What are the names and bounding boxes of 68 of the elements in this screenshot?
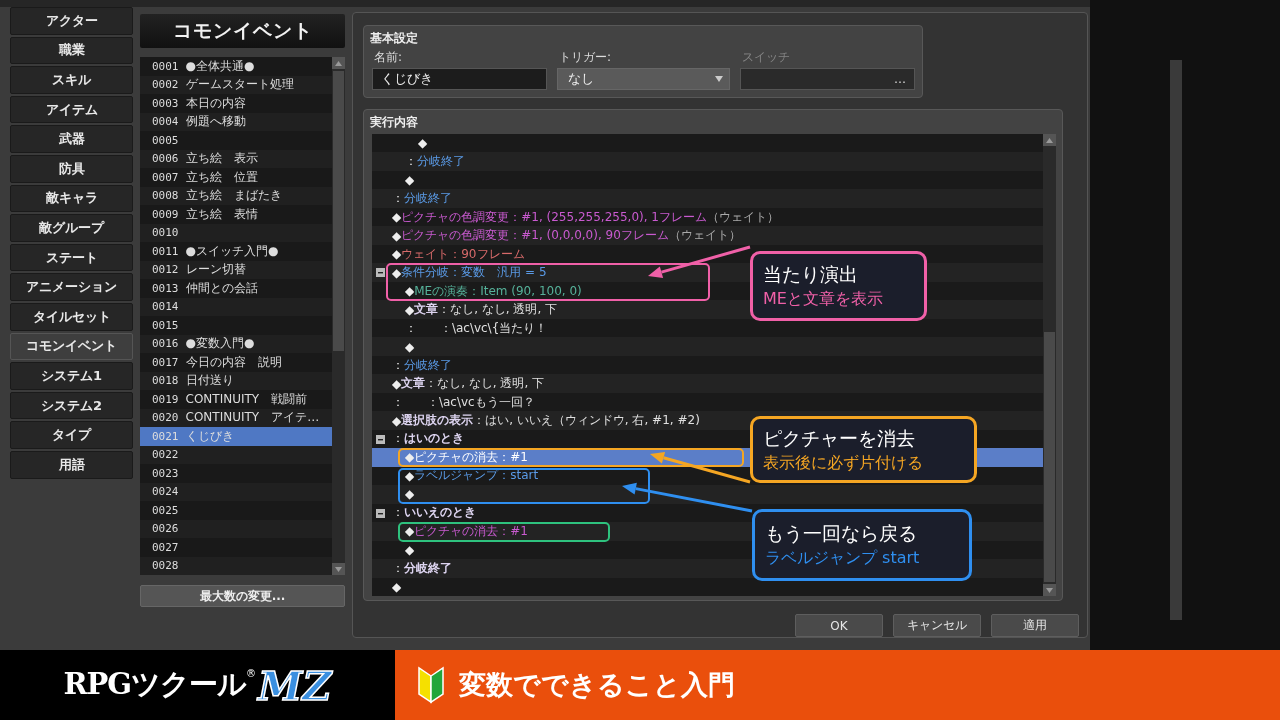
database-tab[interactable]: システム2 bbox=[10, 391, 133, 420]
dialog-button[interactable]: キャンセル bbox=[893, 614, 981, 637]
panel-title: コモンイベント bbox=[140, 14, 345, 48]
field-label: 名前: bbox=[373, 49, 404, 66]
group-title: 実行内容 bbox=[369, 114, 419, 131]
database-tab[interactable]: 武器 bbox=[10, 125, 133, 153]
database-tab[interactable]: 用語 bbox=[10, 450, 133, 479]
down-arrow-icon[interactable] bbox=[335, 566, 342, 572]
field-label: トリガー: bbox=[558, 49, 613, 66]
database-tab[interactable]: アイテム bbox=[10, 95, 133, 124]
database-tab[interactable]: 職業 bbox=[10, 36, 133, 65]
event-command[interactable]: ◆ bbox=[405, 339, 415, 354]
collapse-icon[interactable] bbox=[376, 434, 385, 444]
callout-title: ピクチャーを消去 bbox=[763, 425, 916, 451]
event-command[interactable]: ◆ bbox=[405, 487, 415, 502]
beginner-mark-icon bbox=[417, 666, 445, 704]
database-tab[interactable]: 防具 bbox=[10, 154, 133, 183]
event-command[interactable]: ◆ bbox=[405, 173, 415, 188]
video-title: 変数でできること入門 bbox=[459, 668, 735, 702]
database-tab[interactable]: アニメーション bbox=[10, 273, 133, 301]
database-tab[interactable]: タイプ bbox=[10, 421, 133, 449]
event-command[interactable]: ：分岐終了 bbox=[392, 190, 452, 208]
event-command[interactable]: ◆ bbox=[392, 579, 402, 594]
trigger-dropdown[interactable]: なし bbox=[557, 68, 730, 90]
event-command[interactable]: ：分岐終了 bbox=[392, 356, 452, 374]
change-maximum-button[interactable]: 最大数の変更... bbox=[140, 585, 345, 607]
event-command[interactable]: ：分岐終了 bbox=[405, 153, 465, 171]
database-tab[interactable]: ステート bbox=[10, 243, 133, 272]
database-tab[interactable]: スキル bbox=[10, 66, 133, 94]
switch-picker[interactable]: … bbox=[740, 68, 915, 90]
database-tab[interactable]: アクター bbox=[10, 7, 133, 35]
database-tab[interactable]: 敵キャラ bbox=[10, 184, 133, 213]
logo: RPGツクール®MZ bbox=[0, 650, 395, 720]
callout-subtitle: ラベルジャンプ start bbox=[765, 548, 921, 569]
event-command[interactable]: ：分岐終了 bbox=[392, 559, 452, 577]
group-title: 基本設定 bbox=[369, 30, 419, 47]
callout-subtitle: 表示後に必ず片付ける bbox=[763, 452, 924, 474]
collapse-icon[interactable] bbox=[376, 508, 385, 518]
event-command[interactable]: ◆ bbox=[405, 542, 415, 557]
up-arrow-icon[interactable] bbox=[1046, 137, 1053, 143]
event-command[interactable]: ：いいえのとき bbox=[392, 504, 476, 522]
dialog-button[interactable]: OK bbox=[795, 614, 883, 637]
scrollbar[interactable] bbox=[1043, 134, 1056, 596]
event-command[interactable]: ：はいのとき bbox=[392, 430, 464, 448]
callout-title: もう一回なら戻る bbox=[765, 521, 918, 546]
database-tab[interactable]: システム1 bbox=[10, 362, 133, 390]
event-command[interactable]: ◆MEの演奏：Item (90, 100, 0) bbox=[405, 282, 582, 300]
event-command[interactable]: ◆ bbox=[418, 136, 428, 151]
down-arrow-icon[interactable] bbox=[1046, 587, 1053, 593]
up-arrow-icon[interactable] bbox=[335, 60, 342, 66]
database-tab[interactable]: コモンイベント bbox=[10, 332, 133, 361]
scrollbar[interactable] bbox=[1170, 60, 1182, 620]
dialog-button[interactable]: 適用 bbox=[991, 614, 1079, 637]
event-command[interactable]: ： ：\ac\vcもう一回？ bbox=[392, 393, 535, 411]
event-command[interactable]: ◆ウェイト：90フレーム bbox=[392, 245, 525, 263]
database-tab[interactable]: 敵グループ bbox=[10, 214, 133, 242]
event-command[interactable]: ： ：\ac\vc\{当たり！ bbox=[405, 319, 548, 337]
scrollbar[interactable] bbox=[332, 57, 345, 575]
event-command[interactable]: ◆ピクチャの消去：#1 bbox=[405, 448, 528, 466]
caret-icon bbox=[715, 76, 723, 82]
callout-subtitle: MEと文章を表示 bbox=[763, 289, 884, 310]
callout-title: 当たり演出 bbox=[763, 262, 859, 287]
event-command[interactable]: ◆ラベルジャンプ：start bbox=[405, 467, 539, 485]
event-command[interactable]: ◆ピクチャの消去：#1 bbox=[405, 522, 528, 540]
name-field[interactable]: くじびき bbox=[372, 68, 547, 90]
event-command[interactable]: ◆ピクチャの色調変更：#1, (255,255,255,0), 1フレーム（ウェイト） bbox=[392, 208, 779, 226]
database-tab[interactable]: タイルセット bbox=[10, 302, 133, 331]
collapse-icon[interactable] bbox=[376, 268, 385, 278]
